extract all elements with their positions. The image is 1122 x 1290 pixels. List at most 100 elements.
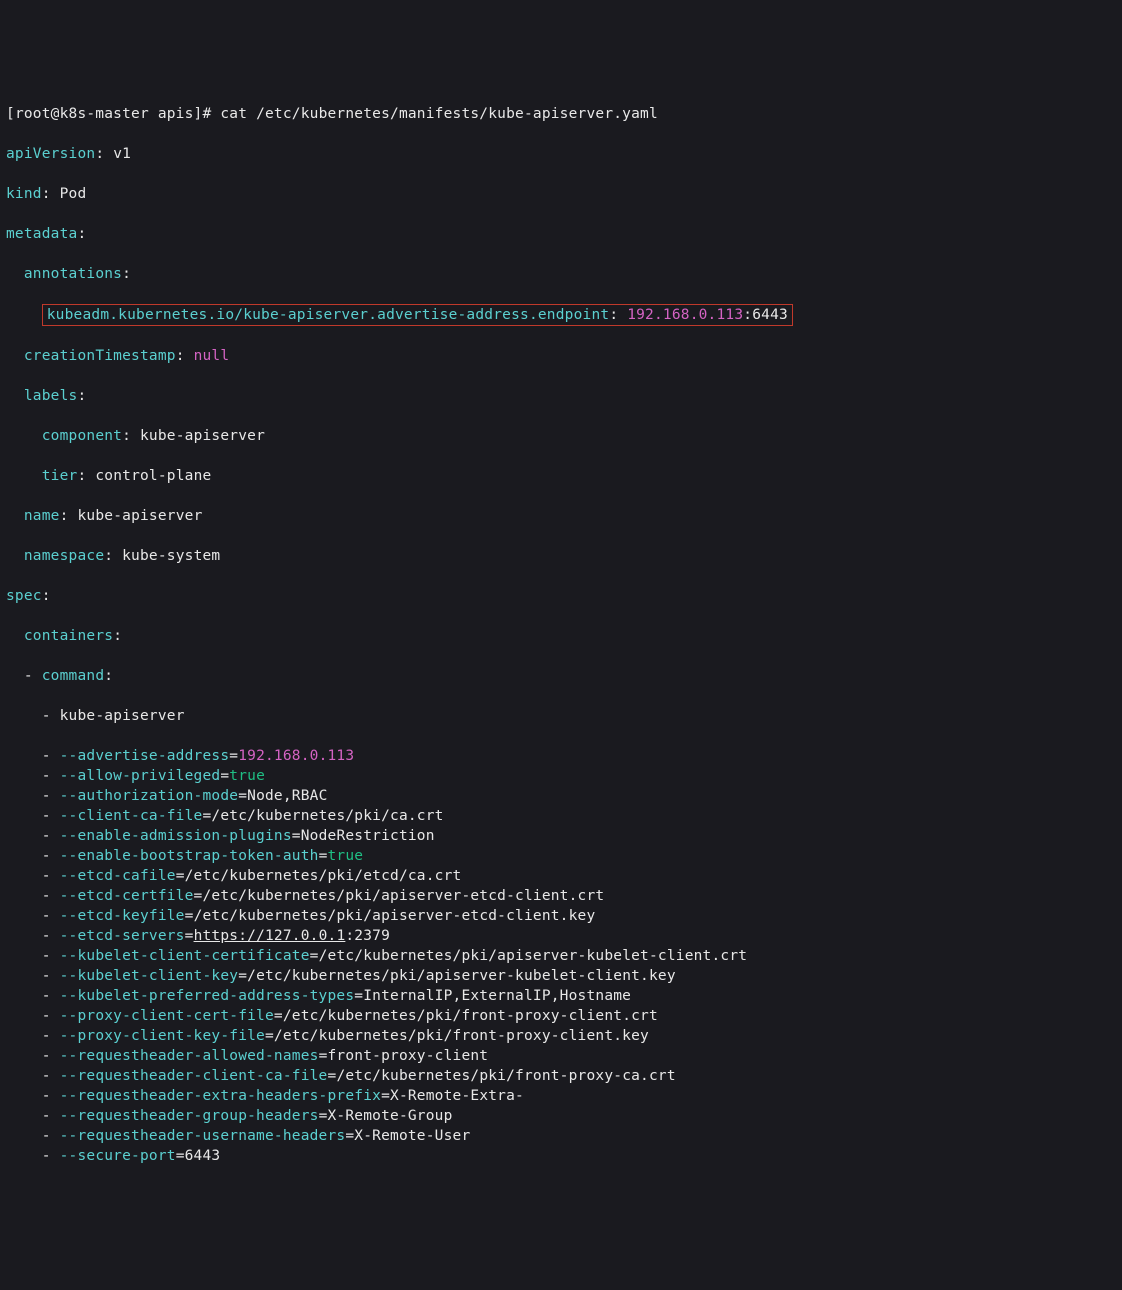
cli-flag-value: X-Remote-Extra- xyxy=(390,1088,524,1104)
cli-flag-value: InternalIP,ExternalIP,Hostname xyxy=(363,988,631,1004)
equals: = xyxy=(194,888,203,904)
list-dash: - xyxy=(6,1048,60,1064)
cli-flag: --authorization-mode xyxy=(60,788,239,804)
flag-line: - --enable-admission-plugins=NodeRestric… xyxy=(6,826,1116,846)
list-dash: - xyxy=(6,1108,60,1124)
indent xyxy=(6,388,24,404)
yaml-line: tier: control-plane xyxy=(6,466,1116,486)
cli-flag: --allow-privileged xyxy=(60,768,221,784)
yaml-key: apiVersion xyxy=(6,146,95,162)
flag-line: - --requestheader-allowed-names=front-pr… xyxy=(6,1046,1116,1066)
indent xyxy=(6,348,24,364)
yaml-line: annotations: xyxy=(6,264,1116,284)
equals: = xyxy=(381,1088,390,1104)
yaml-line: - command: xyxy=(6,666,1116,686)
cli-flag: --kubelet-client-certificate xyxy=(60,948,310,964)
flag-line: - --authorization-mode=Node,RBAC xyxy=(6,786,1116,806)
indent xyxy=(6,628,24,644)
flag-line: - --client-ca-file=/etc/kubernetes/pki/c… xyxy=(6,806,1116,826)
cli-flag-value: X-Remote-Group xyxy=(328,1108,453,1124)
cli-flag-value: /etc/kubernetes/pki/front-proxy-client.k… xyxy=(274,1028,649,1044)
cli-flag: --enable-bootstrap-token-auth xyxy=(60,848,319,864)
flag-line: - --proxy-client-key-file=/etc/kubernete… xyxy=(6,1026,1116,1046)
list-dash: - xyxy=(6,788,60,804)
annotation-key: kubeadm.kubernetes.io/kube-apiserver.adv… xyxy=(47,307,610,323)
flag-line: - --kubelet-client-certificate=/etc/kube… xyxy=(6,946,1116,966)
flag-line: - --proxy-client-cert-file=/etc/kubernet… xyxy=(6,1006,1116,1026)
cli-flag: --requestheader-allowed-names xyxy=(60,1048,319,1064)
equals: = xyxy=(185,908,194,924)
cli-flag: --requestheader-extra-headers-prefix xyxy=(60,1088,381,1104)
list-dash: - xyxy=(6,808,60,824)
yaml-line: name: kube-apiserver xyxy=(6,506,1116,526)
annotation-port: :6443 xyxy=(743,307,788,323)
cli-flag: --enable-admission-plugins xyxy=(60,828,292,844)
equals: = xyxy=(345,1128,354,1144)
indent xyxy=(6,307,42,323)
yaml-line: metadata: xyxy=(6,224,1116,244)
yaml-key: tier xyxy=(42,468,78,484)
command: cat /etc/kubernetes/manifests/kube-apise… xyxy=(220,106,658,122)
yaml-value: kube-system xyxy=(122,548,220,564)
flag-line: - --requestheader-client-ca-file=/etc/ku… xyxy=(6,1066,1116,1086)
indent xyxy=(6,266,24,282)
cli-flag-value: /etc/kubernetes/pki/front-proxy-client.c… xyxy=(283,1008,658,1024)
yaml-value: null xyxy=(194,348,230,364)
yaml-line: creationTimestamp: null xyxy=(6,346,1116,366)
yaml-value: kube-apiserver xyxy=(77,508,202,524)
list-dash: - xyxy=(6,768,60,784)
cli-flag: --proxy-client-cert-file xyxy=(60,1008,274,1024)
sep: : xyxy=(122,428,140,444)
equals: = xyxy=(310,948,319,964)
yaml-key: name xyxy=(24,508,60,524)
cli-flag-value: front-proxy-client xyxy=(328,1048,489,1064)
yaml-line: kind: Pod xyxy=(6,184,1116,204)
flag-line: - --requestheader-username-headers=X-Rem… xyxy=(6,1126,1116,1146)
colon: : xyxy=(77,388,86,404)
yaml-line: spec: xyxy=(6,586,1116,606)
list-dash: - xyxy=(6,988,60,1004)
yaml-key: component xyxy=(42,428,122,444)
list-dash: - xyxy=(6,1088,60,1104)
cli-flag: --requestheader-group-headers xyxy=(60,1108,319,1124)
cli-flag: --secure-port xyxy=(60,1148,176,1164)
equals: = xyxy=(229,748,238,764)
annotation-ip: 192.168.0.113 xyxy=(627,307,743,323)
yaml-key: command xyxy=(42,668,105,684)
yaml-value: control-plane xyxy=(95,468,211,484)
flag-line: - --requestheader-extra-headers-prefix=X… xyxy=(6,1086,1116,1106)
cli-flag-value: X-Remote-User xyxy=(354,1128,470,1144)
cli-flag-value: 6443 xyxy=(185,1148,221,1164)
flag-line: - --etcd-servers=https://127.0.0.1:2379 xyxy=(6,926,1116,946)
terminal-output: [root@k8s-master apis]# cat /etc/kuberne… xyxy=(6,84,1116,1186)
list-dash: - xyxy=(6,1028,60,1044)
indent xyxy=(6,708,42,724)
yaml-line: component: kube-apiserver xyxy=(6,426,1116,446)
flag-line: - --kubelet-preferred-address-types=Inte… xyxy=(6,986,1116,1006)
equals: = xyxy=(319,1048,328,1064)
yaml-value: Pod xyxy=(60,186,87,202)
dash: - xyxy=(24,668,42,684)
yaml-line: apiVersion: v1 xyxy=(6,144,1116,164)
sep: : xyxy=(176,348,194,364)
yaml-key: containers xyxy=(24,628,113,644)
flag-line: - --kubelet-client-key=/etc/kubernetes/p… xyxy=(6,966,1116,986)
bracket: [ xyxy=(6,106,15,122)
cli-flag-value: :2379 xyxy=(345,928,390,944)
cli-flag-value: true xyxy=(328,848,364,864)
user-host: root@k8s-master apis xyxy=(15,106,194,122)
annotation-highlight-row: kubeadm.kubernetes.io/kube-apiserver.adv… xyxy=(6,304,1116,326)
cli-flag: --etcd-servers xyxy=(60,928,185,944)
bracket-close: ]# xyxy=(194,106,221,122)
list-dash: - xyxy=(6,828,60,844)
yaml-line: namespace: kube-system xyxy=(6,546,1116,566)
sep: : xyxy=(95,146,113,162)
indent xyxy=(6,468,42,484)
equals: = xyxy=(292,828,301,844)
yaml-line: containers: xyxy=(6,626,1116,646)
cli-flag: --kubelet-preferred-address-types xyxy=(60,988,355,1004)
colon: : xyxy=(113,628,122,644)
dash: - xyxy=(42,708,60,724)
list-dash: - xyxy=(6,908,60,924)
indent xyxy=(6,508,24,524)
